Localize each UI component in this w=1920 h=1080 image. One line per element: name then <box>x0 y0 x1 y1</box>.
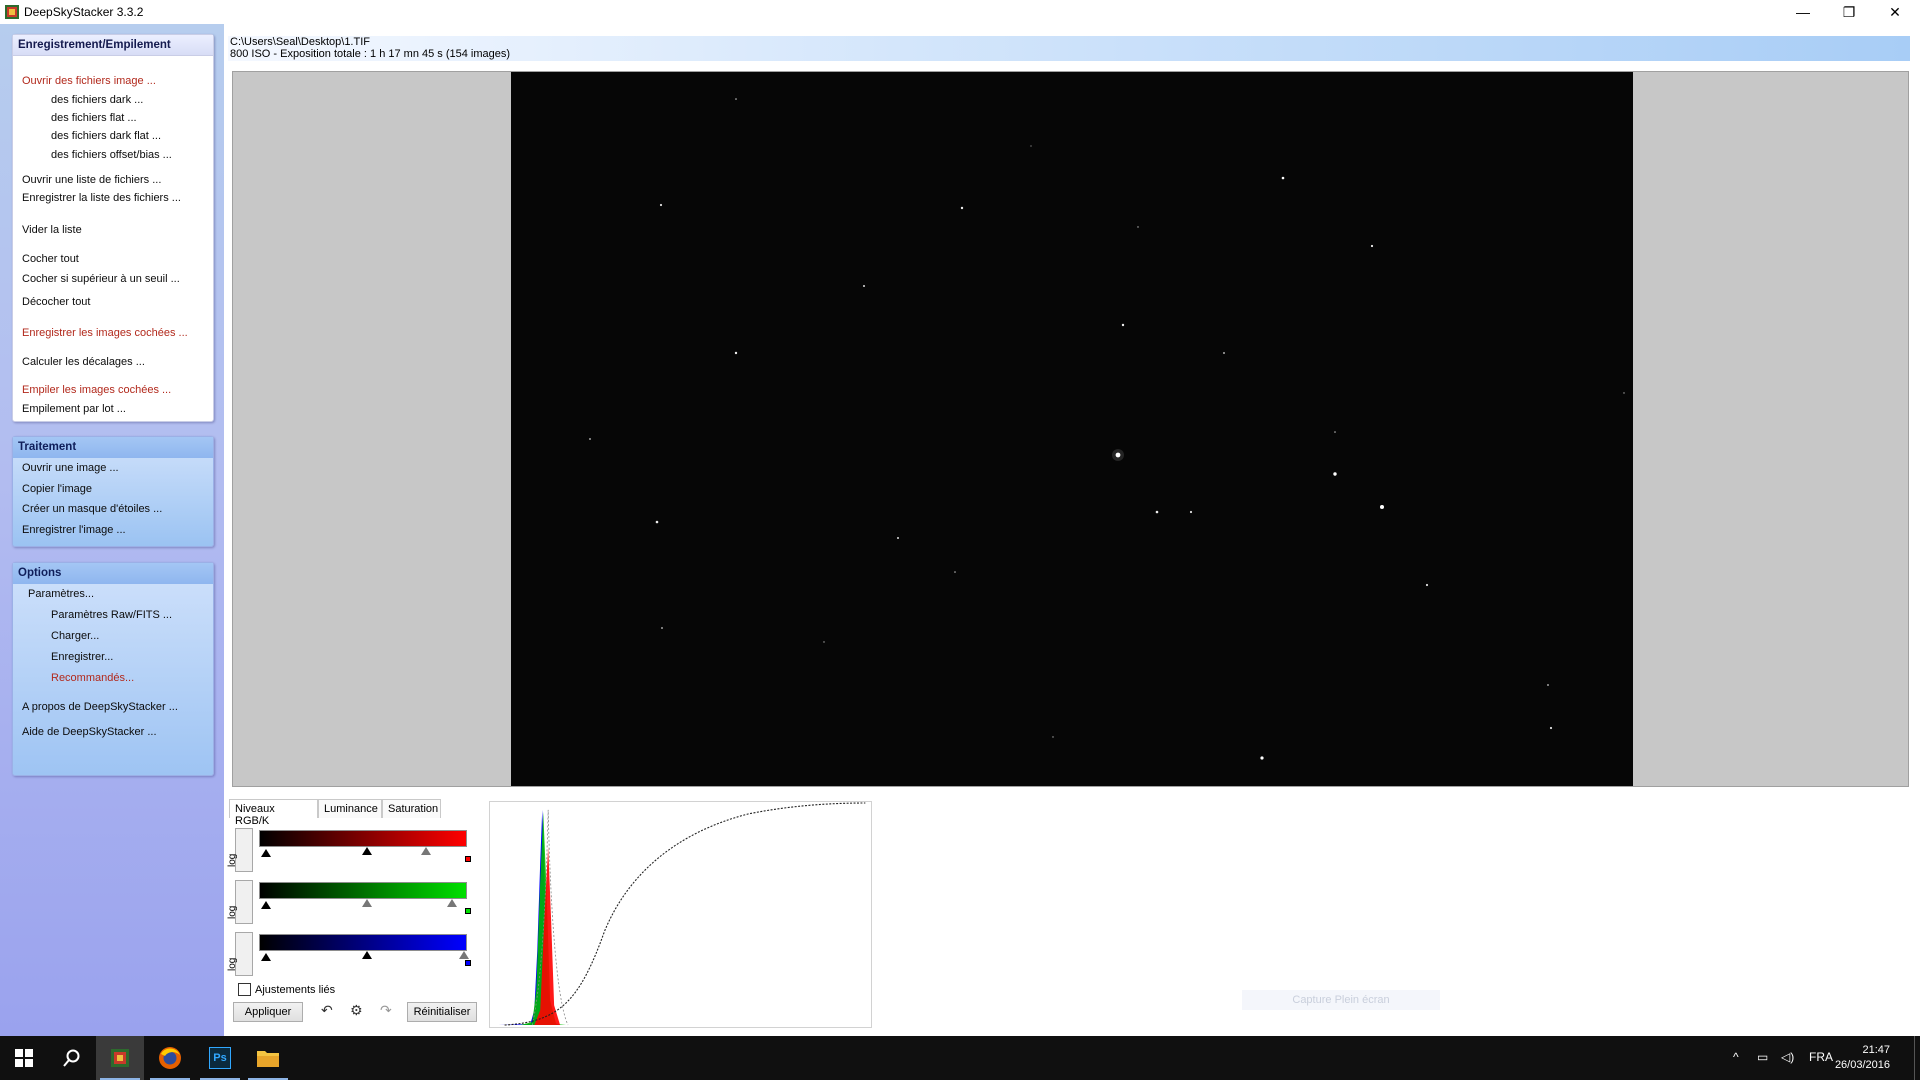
check-all-link[interactable]: Cocher tout <box>22 253 79 265</box>
input-language[interactable]: FRA <box>1809 1050 1833 1064</box>
open-file-list-link[interactable]: Ouvrir une liste de fichiers ... <box>22 174 161 186</box>
image-viewer[interactable] <box>232 71 1909 787</box>
deepskystacker-app-icon <box>5 5 19 19</box>
about-link[interactable]: A propos de DeepSkyStacker ... <box>22 701 178 713</box>
file-path-label: C:\Users\Seal\Desktop\1.TIF <box>230 36 370 48</box>
redo-icon[interactable]: ↷ <box>380 1002 392 1019</box>
blue-white-point-marker[interactable] <box>459 951 469 959</box>
blue-gradient-bar[interactable] <box>259 934 467 951</box>
fullscreen-capture-button[interactable]: Capture Plein écran <box>1242 990 1440 1010</box>
photoshop-label: Ps <box>209 1047 231 1069</box>
options-title: Options <box>13 563 213 584</box>
blue-midtone-marker[interactable] <box>362 951 372 959</box>
show-desktop-button[interactable] <box>1914 1036 1920 1080</box>
check-above-threshold-link[interactable]: Cocher si supérieur à un seuil ... <box>22 273 180 285</box>
registering-stacking-panel: Enregistrement/Empilement Ouvrir des fic… <box>12 34 214 422</box>
batch-stacking-link[interactable]: Empilement par lot ... <box>22 403 126 415</box>
offset-bias-files-link[interactable]: des fichiers offset/bias ... <box>51 149 172 161</box>
title-bar: DeepSkyStacker 3.3.2 — ❐ ✕ <box>0 0 1920 24</box>
astro-image[interactable] <box>511 72 1633 786</box>
deepskystacker-taskbar-icon[interactable] <box>96 1036 144 1080</box>
processing-panel: Traitement Ouvrir une image ... Copier l… <box>12 436 214 547</box>
network-icon[interactable]: ▭ <box>1757 1050 1768 1064</box>
histogram <box>489 801 872 1028</box>
red-black-point-marker[interactable] <box>261 849 271 857</box>
dark-flat-files-link[interactable]: des fichiers dark flat ... <box>51 130 161 142</box>
apply-button[interactable]: Appliquer <box>233 1002 303 1022</box>
close-button[interactable]: ✕ <box>1872 0 1918 24</box>
clock-time: 21:47 <box>1862 1044 1890 1056</box>
green-end-marker <box>465 908 471 914</box>
green-log-toggle[interactable]: log <box>227 880 253 924</box>
blue-black-point-marker[interactable] <box>261 953 271 961</box>
register-checked-link[interactable]: Enregistrer les images cochées ... <box>22 327 188 339</box>
compute-offsets-link[interactable]: Calculer les décalages ... <box>22 356 145 368</box>
red-white-point-marker[interactable] <box>421 847 431 855</box>
blue-end-marker <box>465 960 471 966</box>
green-gradient-bar[interactable] <box>259 882 467 899</box>
image-details-label: 800 ISO - Exposition totale : 1 h 17 mn … <box>230 48 511 60</box>
undo-icon[interactable]: ↶ <box>321 1002 333 1019</box>
green-black-point-marker[interactable] <box>261 901 271 909</box>
taskbar: Ps ^ ▭ ◁) FRA 21:47 26/03/2016 <box>0 1036 1920 1080</box>
windows-start-icon[interactable] <box>0 1036 48 1080</box>
restore-button[interactable]: ❐ <box>1826 0 1872 24</box>
parameters-link[interactable]: Paramètres... <box>28 588 94 600</box>
tab-rgb-levels[interactable]: Niveaux RGB/K <box>229 799 318 827</box>
tab-saturation[interactable]: Saturation <box>382 799 441 818</box>
blue-log-toggle[interactable]: log <box>227 932 253 976</box>
red-log-toggle[interactable]: log <box>227 828 253 872</box>
volume-icon[interactable]: ◁) <box>1781 1050 1794 1064</box>
firefox-icon[interactable] <box>146 1036 194 1080</box>
green-midtone-marker[interactable] <box>362 899 372 907</box>
help-link[interactable]: Aide de DeepSkyStacker ... <box>22 726 157 738</box>
flat-files-link[interactable]: des fichiers flat ... <box>51 112 137 124</box>
reset-button[interactable]: Réinitialiser <box>407 1002 477 1022</box>
file-explorer-icon[interactable] <box>244 1036 292 1080</box>
search-icon[interactable] <box>48 1036 96 1080</box>
linked-adjustments-box[interactable] <box>238 983 251 996</box>
save-file-list-link[interactable]: Enregistrer la liste des fichiers ... <box>22 192 181 204</box>
show-hidden-icons-icon[interactable]: ^ <box>1733 1050 1739 1064</box>
left-task-pane: Enregistrement/Empilement Ouvrir des fic… <box>0 24 224 1036</box>
linked-adjustments-label: Ajustements liés <box>255 983 336 996</box>
clock-date: 26/03/2016 <box>1834 1059 1890 1071</box>
uncheck-all-link[interactable]: Décocher tout <box>22 296 90 308</box>
save-settings-link[interactable]: Enregistrer... <box>51 651 113 663</box>
registering-stacking-title: Enregistrement/Empilement <box>13 35 213 56</box>
window-title: DeepSkyStacker 3.3.2 <box>24 5 144 19</box>
red-midtone-marker[interactable] <box>362 847 372 855</box>
recommended-settings-link[interactable]: Recommandés... <box>51 672 134 684</box>
clear-list-link[interactable]: Vider la liste <box>22 224 82 236</box>
green-white-point-marker[interactable] <box>447 899 457 907</box>
raw-fits-parameters-link[interactable]: Paramètres Raw/FITS ... <box>51 609 172 621</box>
processing-title: Traitement <box>13 437 213 458</box>
stack-checked-link[interactable]: Empiler les images cochées ... <box>22 384 171 396</box>
red-gradient-bar[interactable] <box>259 830 467 847</box>
red-end-marker <box>465 856 471 862</box>
save-image-link[interactable]: Enregistrer l'image ... <box>22 524 126 536</box>
settings-icon[interactable]: ⚙ <box>350 1002 363 1019</box>
photoshop-icon[interactable]: Ps <box>196 1036 244 1080</box>
dark-files-link[interactable]: des fichiers dark ... <box>51 94 143 106</box>
load-settings-link[interactable]: Charger... <box>51 630 99 642</box>
open-image-link[interactable]: Ouvrir une image ... <box>22 462 119 474</box>
copy-image-link[interactable]: Copier l'image <box>22 483 92 495</box>
open-image-files-link[interactable]: Ouvrir des fichiers image ... <box>22 75 156 87</box>
linked-adjustments-checkbox[interactable]: Ajustements liés <box>238 983 335 996</box>
minimize-button[interactable]: — <box>1780 0 1826 24</box>
tab-luminance[interactable]: Luminance <box>318 799 382 818</box>
star-mask-link[interactable]: Créer un masque d'étoiles ... <box>22 503 162 515</box>
image-info-bar: C:\Users\Seal\Desktop\1.TIF 800 ISO - Ex… <box>228 36 1910 61</box>
options-panel: Options Paramètres... Paramètres Raw/FIT… <box>12 562 214 776</box>
taskbar-clock[interactable]: 21:47 26/03/2016 <box>1835 1043 1890 1073</box>
